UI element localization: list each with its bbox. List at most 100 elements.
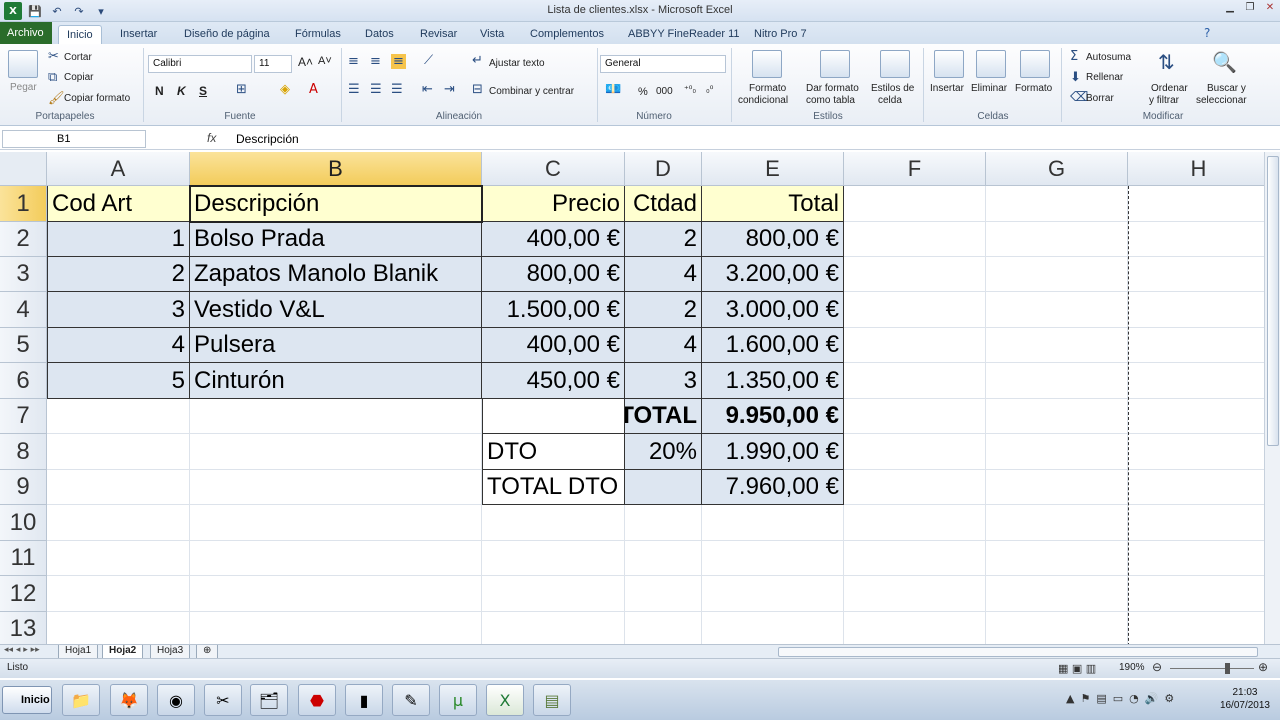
zoom-slider-thumb[interactable]	[1225, 663, 1230, 674]
cell-b9[interactable]	[190, 470, 482, 505]
cell-d1[interactable]: Ctdad	[625, 186, 702, 222]
restore-icon[interactable]: ❐	[1242, 2, 1258, 16]
select-all-corner[interactable]	[0, 152, 47, 186]
clock[interactable]: 21:03 16/07/2013	[1220, 686, 1270, 712]
cell-g1[interactable]	[986, 186, 1128, 222]
align-top-icon[interactable]: ≡	[348, 54, 359, 69]
start-button[interactable]: Inicio	[2, 686, 52, 714]
cell-c9[interactable]: TOTAL DTO	[482, 470, 625, 505]
copy-button[interactable]: Copiar	[64, 72, 93, 83]
sort-filter-label-1[interactable]: Ordenar	[1151, 83, 1188, 94]
cell-c13[interactable]	[482, 612, 625, 644]
wrap-text-button[interactable]: Ajustar texto	[489, 58, 545, 69]
cell-b3[interactable]: Zapatos Manolo Blanik	[190, 257, 482, 292]
horizontal-scroll-thumb[interactable]	[778, 647, 1258, 657]
row-header-1[interactable]: 1	[0, 186, 47, 222]
row-header-8[interactable]: 8	[0, 434, 47, 470]
cell-c4[interactable]: 1.500,00 €	[482, 292, 625, 328]
cell-c10[interactable]	[482, 505, 625, 541]
cell-b5[interactable]: Pulsera	[190, 328, 482, 363]
cell-d7[interactable]: TOTAL	[625, 399, 702, 434]
cell-e9[interactable]: 7.960,00 €	[702, 470, 844, 505]
money-taskbar-icon[interactable]: ▤	[533, 684, 571, 716]
cell-e2[interactable]: 800,00 €	[702, 222, 844, 257]
fill-button[interactable]: Rellenar	[1086, 72, 1123, 83]
cell-a10[interactable]	[47, 505, 190, 541]
merge-center-button[interactable]: Combinar y centrar	[489, 86, 574, 97]
tab-archivo[interactable]: Archivo	[0, 22, 52, 44]
cell-h3[interactable]	[1128, 257, 1264, 292]
folder-taskbar-icon[interactable]: 🗂	[250, 684, 288, 716]
cell-f8[interactable]	[844, 434, 986, 470]
cell-c8[interactable]: DTO	[482, 434, 625, 470]
cut-button[interactable]: Cortar	[64, 52, 92, 63]
fill-color-icon[interactable]: ◈	[280, 82, 290, 97]
zoom-level[interactable]: 190%	[1119, 662, 1145, 673]
currency-icon[interactable]: 💶	[605, 82, 621, 97]
cell-f1[interactable]	[844, 186, 986, 222]
pdf-taskbar-icon[interactable]: ⬣	[298, 684, 336, 716]
format-cells-button[interactable]: Formato	[1015, 83, 1052, 94]
cell-h5[interactable]	[1128, 328, 1264, 363]
cell-g8[interactable]	[986, 434, 1128, 470]
cell-styles-label-2[interactable]: celda	[878, 95, 902, 106]
cell-styles-icon[interactable]	[880, 50, 910, 78]
cell-g10[interactable]	[986, 505, 1128, 541]
cell-a7[interactable]	[47, 399, 190, 434]
bold-button[interactable]: N	[155, 84, 164, 98]
cell-b10[interactable]	[190, 505, 482, 541]
insert-function-icon[interactable]: fx	[207, 131, 216, 145]
cell-g6[interactable]	[986, 363, 1128, 399]
align-left-icon[interactable]: ☰	[348, 82, 360, 97]
insert-cells-button[interactable]: Insertar	[930, 83, 964, 94]
cell-f9[interactable]	[844, 470, 986, 505]
cell-e3[interactable]: 3.200,00 €	[702, 257, 844, 292]
cell-e1[interactable]: Total	[702, 186, 844, 222]
tab-nitro[interactable]: Nitro Pro 7	[746, 25, 815, 44]
column-header-d[interactable]: D	[625, 152, 702, 186]
cell-b7[interactable]	[190, 399, 482, 434]
cell-h7[interactable]	[1128, 399, 1264, 434]
cell-a3[interactable]: 2	[47, 257, 190, 292]
cell-b13[interactable]	[190, 612, 482, 644]
utorrent-taskbar-icon[interactable]: µ	[439, 684, 477, 716]
cell-a9[interactable]	[47, 470, 190, 505]
cell-a11[interactable]	[47, 541, 190, 576]
cell-b12[interactable]	[190, 576, 482, 612]
cell-d5[interactable]: 4	[625, 328, 702, 363]
row-header-9[interactable]: 9	[0, 470, 47, 505]
cell-d3[interactable]: 4	[625, 257, 702, 292]
cell-e4[interactable]: 3.000,00 €	[702, 292, 844, 328]
minimize-icon[interactable]: ▁	[1222, 2, 1238, 16]
cell-f5[interactable]	[844, 328, 986, 363]
cell-f4[interactable]	[844, 292, 986, 328]
decrease-decimal-icon[interactable]: ₀⁰	[706, 84, 713, 95]
cell-d8[interactable]: 20%	[625, 434, 702, 470]
column-header-f[interactable]: F	[844, 152, 986, 186]
column-header-b[interactable]: B	[190, 152, 482, 186]
cell-d4[interactable]: 2	[625, 292, 702, 328]
cell-b8[interactable]	[190, 434, 482, 470]
recorder-taskbar-icon[interactable]: ▮	[345, 684, 383, 716]
cell-h2[interactable]	[1128, 222, 1264, 257]
cell-f10[interactable]	[844, 505, 986, 541]
cell-g3[interactable]	[986, 257, 1128, 292]
cell-d2[interactable]: 2	[625, 222, 702, 257]
cell-h9[interactable]	[1128, 470, 1264, 505]
cell-e7[interactable]: 9.950,00 €	[702, 399, 844, 434]
sheet-tab-hoja3[interactable]: Hoja3	[150, 645, 191, 659]
cell-a2[interactable]: 1	[47, 222, 190, 257]
increase-decimal-icon[interactable]: ⁺⁰₀	[684, 84, 696, 95]
cell-a6[interactable]: 5	[47, 363, 190, 399]
tab-vista[interactable]: Vista	[472, 25, 512, 44]
align-middle-icon[interactable]: ≡	[370, 54, 381, 69]
cell-c6[interactable]: 450,00 €	[482, 363, 625, 399]
vertical-scrollbar[interactable]	[1264, 152, 1280, 644]
zoom-slider[interactable]	[1170, 668, 1254, 669]
tab-datos[interactable]: Datos	[357, 25, 402, 44]
cell-a8[interactable]	[47, 434, 190, 470]
delete-cells-button[interactable]: Eliminar	[971, 83, 1007, 94]
sort-filter-icon[interactable]: ⇅	[1158, 50, 1175, 74]
font-name-select[interactable]: Calibri	[148, 55, 252, 73]
cell-d6[interactable]: 3	[625, 363, 702, 399]
